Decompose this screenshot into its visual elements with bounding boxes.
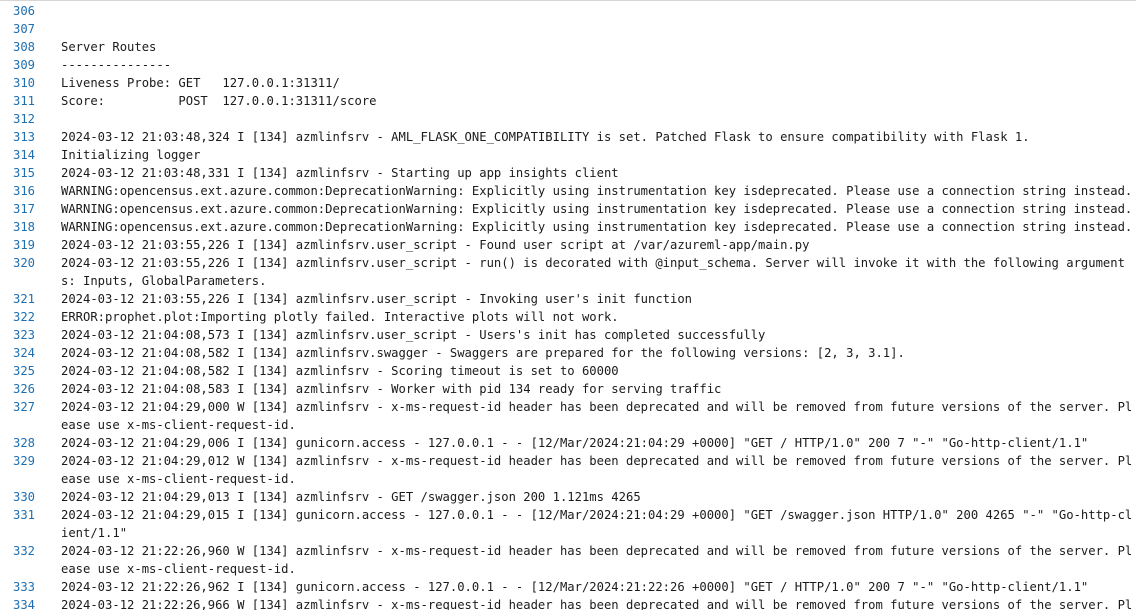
line-number: 327 — [12, 400, 35, 414]
line-number: 333 — [12, 580, 35, 594]
line-number: 332 — [12, 544, 35, 558]
log-line: 307 — [0, 20, 1136, 38]
log-text: --------------- — [61, 58, 172, 72]
log-line: 324 2024-03-12 21:04:08,582 I [134] azmli… — [0, 344, 1136, 362]
log-text: 2024-03-12 21:04:08,573 I [134] azmlinfs… — [61, 328, 766, 342]
log-line: 333 2024-03-12 21:22:26,962 I [134] gunic… — [0, 578, 1136, 596]
line-number: 324 — [12, 346, 35, 360]
log-text: 2024-03-12 21:22:26,960 W [134] azmlinfs… — [61, 544, 1133, 576]
log-text: 2024-03-12 21:04:29,000 W [134] azmlinfs… — [61, 400, 1133, 432]
line-number: 314 — [12, 148, 35, 162]
log-text: 2024-03-12 21:03:55,226 I [134] azmlinfs… — [61, 256, 1125, 288]
line-number: 330 — [12, 490, 35, 504]
line-number: 306 — [12, 4, 35, 18]
line-number: 309 — [12, 58, 35, 72]
line-number: 310 — [12, 76, 35, 90]
log-line: 328 2024-03-12 21:04:29,006 I [134] gunic… — [0, 434, 1136, 452]
log-line: 331 2024-03-12 21:04:29,015 I [134] gunic… — [0, 506, 1136, 542]
log-line: 323 2024-03-12 21:04:08,573 I [134] azmli… — [0, 326, 1136, 344]
line-number: 312 — [12, 112, 35, 126]
log-text: 2024-03-12 21:04:29,013 I [134] azmlinfs… — [61, 490, 641, 504]
log-text: Score: POST 127.0.0.1:31311/score — [61, 94, 377, 108]
log-line: 311 Score: POST 127.0.0.1:31311/score — [0, 92, 1136, 110]
line-number: 308 — [12, 40, 35, 54]
log-line: 310 Liveness Probe: GET 127.0.0.1:31311/ — [0, 74, 1136, 92]
line-number: 334 — [12, 598, 35, 610]
log-line: 332 2024-03-12 21:22:26,960 W [134] azmli… — [0, 542, 1136, 578]
line-number: 319 — [12, 238, 35, 252]
log-line: 334 2024-03-12 21:22:26,966 W [134] azmli… — [0, 596, 1136, 610]
line-number: 328 — [12, 436, 35, 450]
line-number: 323 — [12, 328, 35, 342]
log-line: 318 WARNING:opencensus.ext.azure.common:D… — [0, 218, 1136, 236]
line-number: 329 — [12, 454, 35, 468]
log-text: 2024-03-12 21:04:29,015 I [134] gunicorn… — [61, 508, 1133, 540]
line-number: 316 — [12, 184, 35, 198]
log-line: 321 2024-03-12 21:03:55,226 I [134] azmli… — [0, 290, 1136, 308]
line-number: 318 — [12, 220, 35, 234]
log-line: 330 2024-03-12 21:04:29,013 I [134] azmli… — [0, 488, 1136, 506]
line-number: 307 — [12, 22, 35, 36]
log-line: 325 2024-03-12 21:04:08,582 I [134] azmli… — [0, 362, 1136, 380]
log-text: 2024-03-12 21:03:55,226 I [134] azmlinfs… — [61, 292, 693, 306]
log-line: 316 WARNING:opencensus.ext.azure.common:D… — [0, 182, 1136, 200]
log-text: WARNING:opencensus.ext.azure.common:Depr… — [61, 220, 1133, 234]
log-line: 314 Initializing logger — [0, 146, 1136, 164]
log-text: WARNING:opencensus.ext.azure.common:Depr… — [61, 184, 1133, 198]
log-text: 2024-03-12 21:04:08,583 I [134] azmlinfs… — [61, 382, 722, 396]
log-line: 327 2024-03-12 21:04:29,000 W [134] azmli… — [0, 398, 1136, 434]
log-text: 2024-03-12 21:04:29,012 W [134] azmlinfs… — [61, 454, 1133, 486]
log-text: 2024-03-12 21:03:48,324 I [134] azmlinfs… — [61, 130, 1030, 144]
log-text: ERROR:prophet.plot:Importing plotly fail… — [61, 310, 619, 324]
line-number: 315 — [12, 166, 35, 180]
line-number: 317 — [12, 202, 35, 216]
log-line: 326 2024-03-12 21:04:08,583 I [134] azmli… — [0, 380, 1136, 398]
log-viewer[interactable]: 306 307 308 Server Routes 309 ---------------… — [0, 0, 1136, 610]
log-text: 2024-03-12 21:22:26,966 W [134] azmlinfs… — [61, 598, 1133, 610]
line-number: 326 — [12, 382, 35, 396]
log-text: 2024-03-12 21:22:26,962 I [134] gunicorn… — [61, 580, 1089, 594]
log-text: 2024-03-12 21:03:55,226 I [134] azmlinfs… — [61, 238, 810, 252]
log-line: 308 Server Routes — [0, 38, 1136, 56]
log-text: Initializing logger — [61, 148, 201, 162]
log-line: 319 2024-03-12 21:03:55,226 I [134] azmli… — [0, 236, 1136, 254]
log-text: WARNING:opencensus.ext.azure.common:Depr… — [61, 202, 1133, 216]
log-text: Server Routes — [61, 40, 157, 54]
line-number: 322 — [12, 310, 35, 324]
log-line: 312 — [0, 110, 1136, 128]
log-line: 329 2024-03-12 21:04:29,012 W [134] azmli… — [0, 452, 1136, 488]
log-line: 315 2024-03-12 21:03:48,331 I [134] azmli… — [0, 164, 1136, 182]
log-line: 313 2024-03-12 21:03:48,324 I [134] azmli… — [0, 128, 1136, 146]
log-text: 2024-03-12 21:04:29,006 I [134] gunicorn… — [61, 436, 1089, 450]
log-line: 309 --------------- — [0, 56, 1136, 74]
log-lines: 306 307 308 Server Routes 309 ---------------… — [0, 2, 1136, 610]
line-number: 325 — [12, 364, 35, 378]
log-line: 322 ERROR:prophet.plot:Importing plotly f… — [0, 308, 1136, 326]
log-text: 2024-03-12 21:04:08,582 I [134] azmlinfs… — [61, 364, 619, 378]
log-text: 2024-03-12 21:04:08,582 I [134] azmlinfs… — [61, 346, 905, 360]
line-number: 320 — [12, 256, 35, 270]
log-text: Liveness Probe: GET 127.0.0.1:31311/ — [61, 76, 340, 90]
line-number: 313 — [12, 130, 35, 144]
log-text: 2024-03-12 21:03:48,331 I [134] azmlinfs… — [61, 166, 619, 180]
log-line: 317 WARNING:opencensus.ext.azure.common:D… — [0, 200, 1136, 218]
line-number: 331 — [12, 508, 35, 522]
log-line: 306 — [0, 2, 1136, 20]
line-number: 311 — [12, 94, 35, 108]
log-line: 320 2024-03-12 21:03:55,226 I [134] azmli… — [0, 254, 1136, 290]
line-number: 321 — [12, 292, 35, 306]
